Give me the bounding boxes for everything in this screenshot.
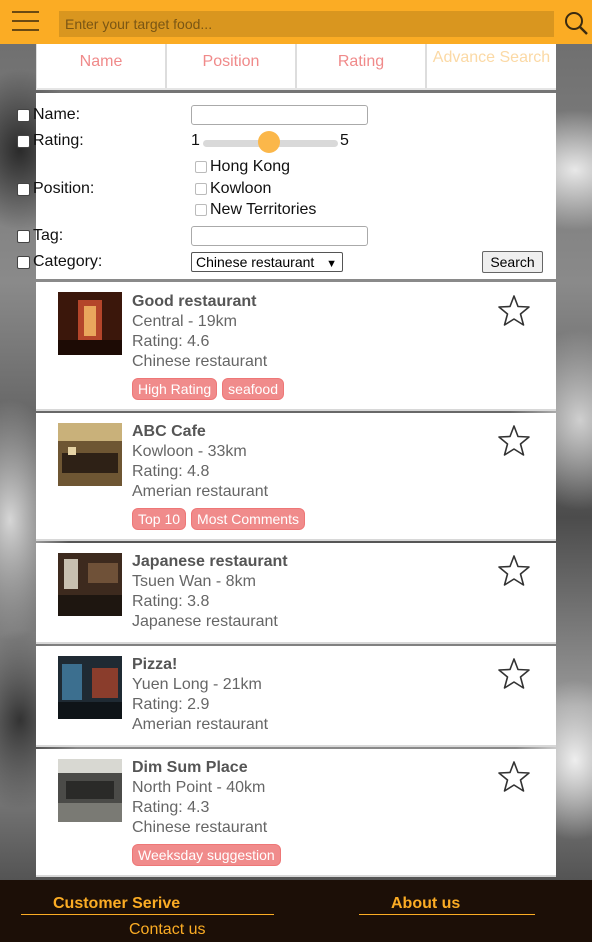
favorite-star-icon[interactable] (497, 760, 531, 794)
rating-label: Rating: (33, 132, 84, 149)
restaurant-category: Japanese restaurant (132, 613, 278, 630)
tab-rating[interactable]: Rating (296, 44, 426, 88)
tag-badge[interactable]: Top 10 (132, 508, 187, 530)
rating-slider-handle[interactable] (258, 131, 280, 153)
restaurant-category: Amerian restaurant (132, 716, 269, 733)
restaurant-rating: Rating: 3.8 (132, 593, 210, 610)
name-label: Name: (33, 106, 81, 123)
position-option-new-territories[interactable]: New Territories (195, 201, 316, 219)
name-field[interactable] (191, 105, 368, 125)
position-filter: Position: (17, 180, 94, 198)
restaurant-location: Tsuen Wan - 8km (132, 573, 256, 590)
rating-min-label: 1 (191, 132, 200, 149)
tag-checkbox[interactable] (17, 229, 30, 243)
category-filter: Category: (17, 253, 102, 271)
tag-label: Tag: (33, 227, 64, 244)
restaurant-rating: Rating: 4.8 (132, 463, 210, 480)
restaurant-category: Chinese restaurant (132, 819, 268, 836)
rating-filter: Rating: (17, 132, 84, 150)
restaurant-card[interactable]: Dim Sum Place North Point - 40km Rating:… (36, 749, 556, 877)
tag-field[interactable] (191, 226, 368, 246)
rating-checkbox[interactable] (17, 134, 30, 148)
restaurant-thumbnail (58, 423, 122, 486)
restaurant-card[interactable]: Japanese restaurant Tsuen Wan - 8km Rati… (36, 543, 556, 644)
restaurant-name: Dim Sum Place (132, 759, 248, 776)
tag-badge[interactable]: Weeksday suggestion (132, 844, 281, 866)
tab-position[interactable]: Position (166, 44, 296, 88)
tag-badge[interactable]: Most Comments (191, 508, 305, 530)
restaurant-card[interactable]: Good restaurant Central - 19km Rating: 4… (36, 282, 556, 411)
footer-divider (359, 914, 535, 915)
sort-tabs-panel: Name Position Rating Advance Search (36, 44, 556, 90)
restaurant-location: North Point - 40km (132, 779, 266, 796)
footer-contact-us-link[interactable]: Contact us (129, 921, 205, 939)
name-checkbox[interactable] (17, 108, 30, 122)
restaurant-location: Kowloon - 33km (132, 443, 247, 460)
name-filter: Name: (17, 106, 80, 124)
search-input[interactable] (59, 11, 554, 37)
kowloon-checkbox[interactable] (195, 183, 207, 195)
restaurant-location: Yuen Long - 21km (132, 676, 262, 693)
restaurant-name: ABC Cafe (132, 423, 206, 440)
restaurant-category: Chinese restaurant (132, 353, 268, 370)
restaurant-category: Amerian restaurant (132, 483, 269, 500)
favorite-star-icon[interactable] (497, 424, 531, 458)
new-territories-label: New Territories (210, 201, 317, 218)
hamburger-menu-icon[interactable] (12, 11, 39, 33)
restaurant-thumbnail (58, 656, 122, 719)
rating-max-label: 5 (340, 132, 349, 149)
top-bar (0, 0, 592, 44)
category-select-value: Chinese restaurant (196, 254, 315, 270)
restaurant-rating: Rating: 4.3 (132, 799, 210, 816)
tag-filter: Tag: (17, 227, 63, 245)
restaurant-card[interactable]: ABC Cafe Kowloon - 33km Rating: 4.8 Amer… (36, 413, 556, 541)
favorite-star-icon[interactable] (497, 554, 531, 588)
footer-customer-service-link[interactable]: Customer Serive (53, 895, 180, 913)
footer-about-us-link[interactable]: About us (391, 895, 460, 913)
position-label: Position: (33, 180, 95, 197)
restaurant-thumbnail (58, 292, 122, 355)
kowloon-label: Kowloon (210, 180, 272, 197)
restaurant-thumbnail (58, 553, 122, 616)
tag-badge[interactable]: High Rating (132, 378, 218, 400)
new-territories-checkbox[interactable] (195, 204, 207, 216)
search-icon[interactable] (563, 10, 589, 36)
restaurant-rating: Rating: 4.6 (132, 333, 210, 350)
footer: Customer Serive About us Contact us (0, 880, 592, 942)
tag-badge[interactable]: seafood (222, 378, 284, 400)
restaurant-rating: Rating: 2.9 (132, 696, 210, 713)
footer-divider (21, 914, 274, 915)
position-option-hong-kong[interactable]: Hong Kong (195, 158, 290, 176)
category-label: Category: (33, 253, 103, 270)
advanced-search-button[interactable]: Search (482, 251, 543, 273)
tab-name[interactable]: Name (36, 44, 166, 88)
position-option-kowloon[interactable]: Kowloon (195, 180, 271, 198)
category-checkbox[interactable] (17, 255, 30, 269)
restaurant-name: Pizza! (132, 656, 178, 673)
position-checkbox[interactable] (17, 182, 30, 196)
favorite-star-icon[interactable] (497, 657, 531, 691)
hong-kong-label: Hong Kong (210, 158, 291, 175)
tab-advance-search[interactable]: Advance Search (426, 44, 556, 88)
hong-kong-checkbox[interactable] (195, 161, 207, 173)
restaurant-thumbnail (58, 759, 122, 822)
favorite-star-icon[interactable] (497, 294, 531, 328)
category-select[interactable]: Chinese restaurant ▼ (191, 252, 343, 272)
restaurant-name: Japanese restaurant (132, 553, 288, 570)
chevron-down-icon: ▼ (326, 258, 337, 270)
restaurant-location: Central - 19km (132, 313, 237, 330)
restaurant-name: Good restaurant (132, 293, 257, 310)
restaurant-card[interactable]: Pizza! Yuen Long - 21km Rating: 2.9 Amer… (36, 646, 556, 747)
